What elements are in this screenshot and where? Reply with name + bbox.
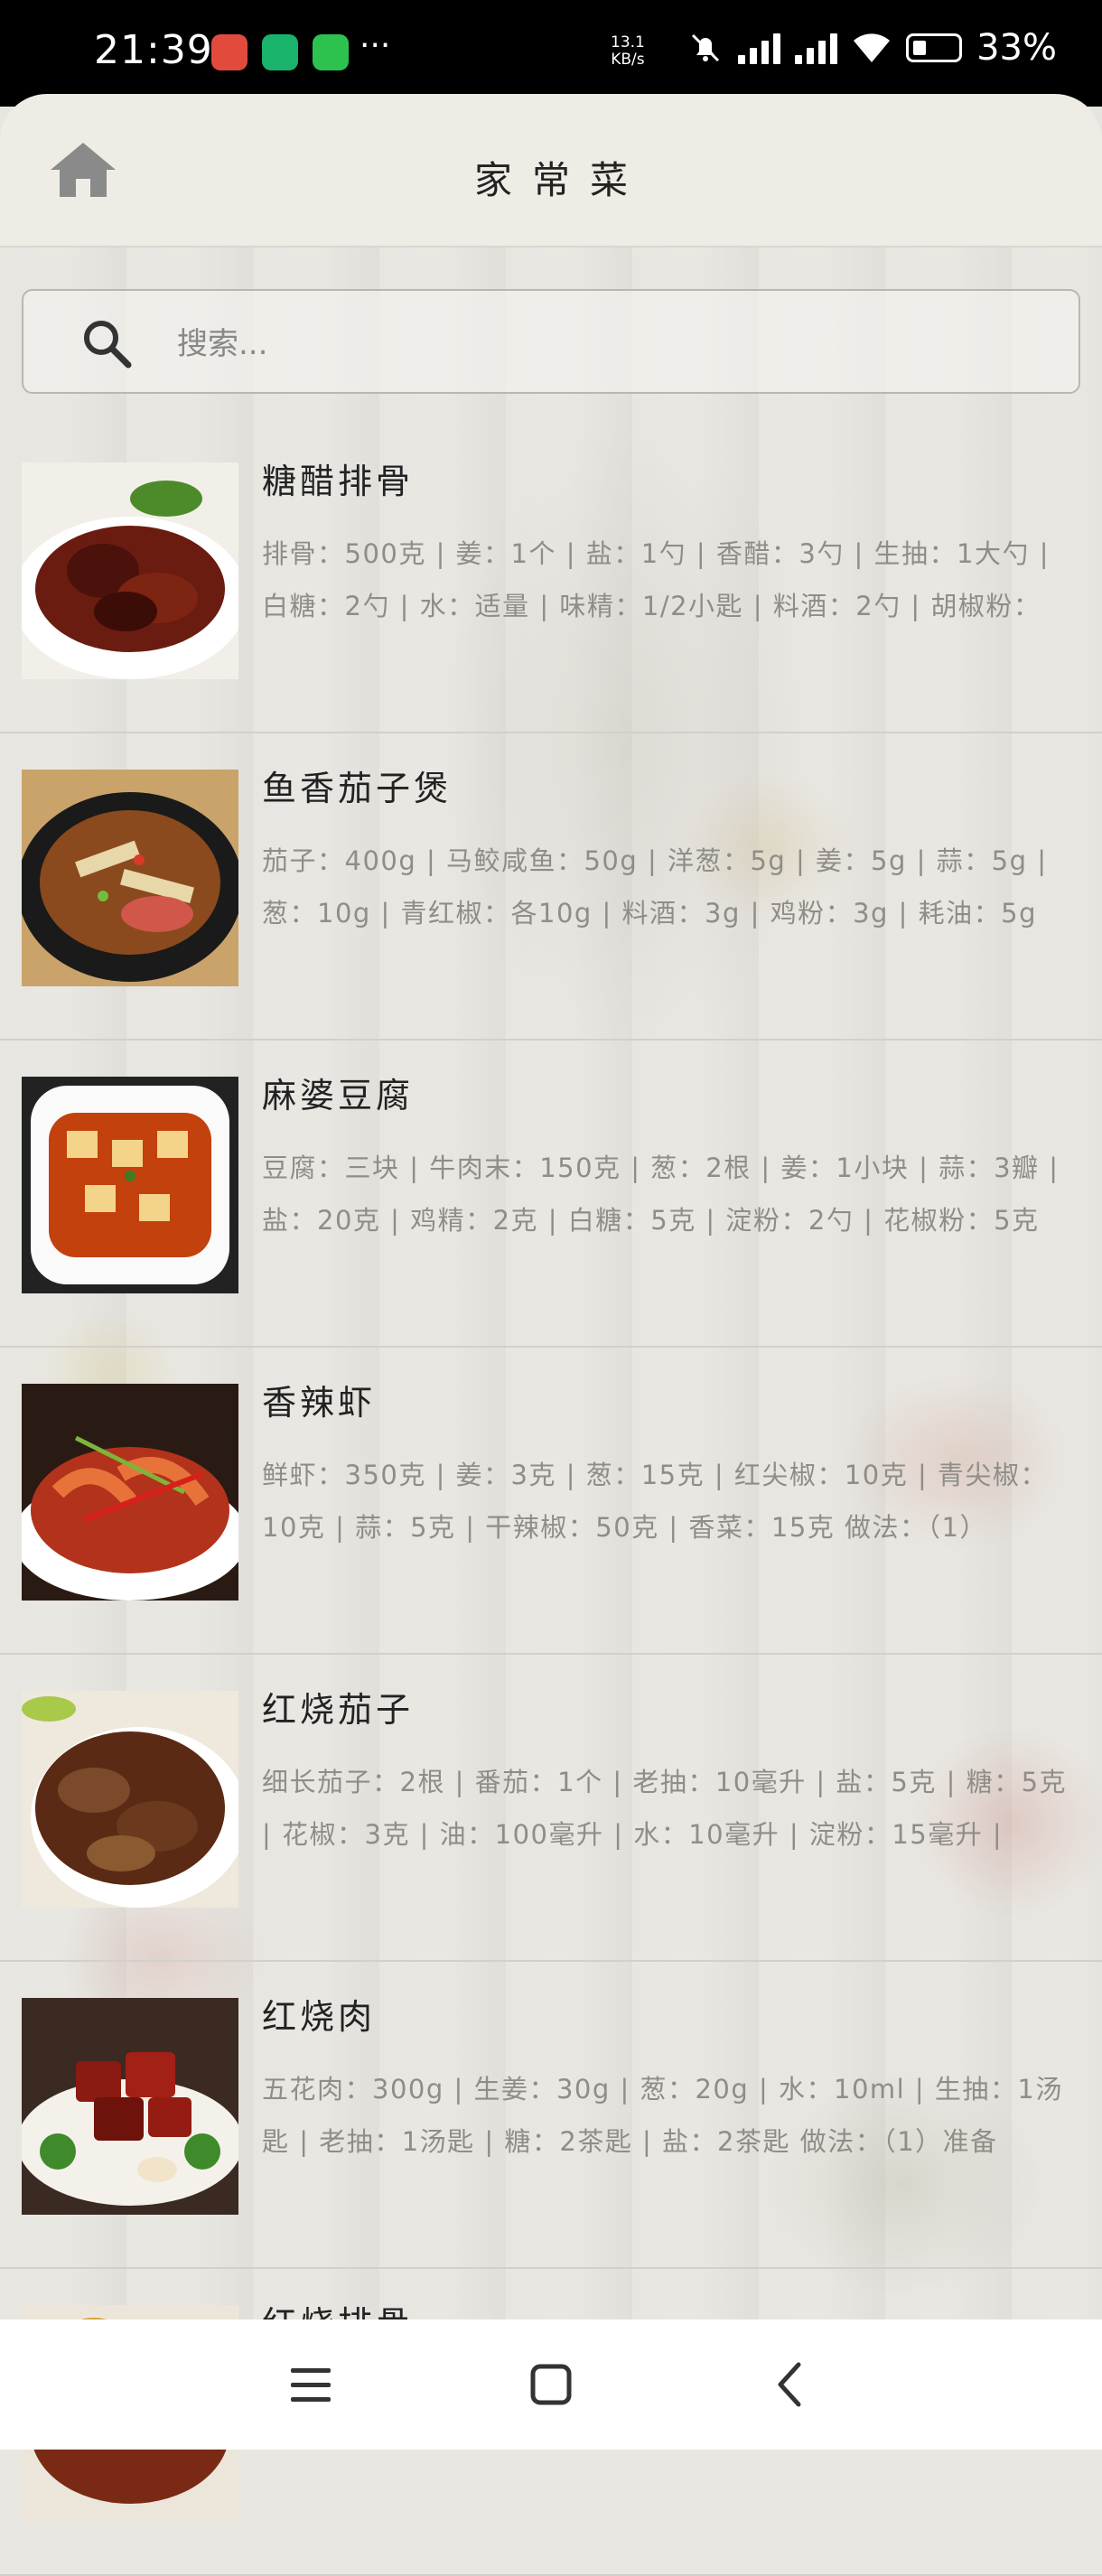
recipe-title: 糖醋排骨 — [262, 462, 415, 501]
wechat-icon — [313, 34, 349, 70]
recipe-ingredients: 鲜虾：350克 | 姜：3克 | 葱：15克 | 红尖椒：10克 | 青尖椒：1… — [262, 1460, 1048, 1543]
app-header: 家常菜 — [0, 94, 1102, 247]
page-title: 家常菜 — [473, 158, 648, 202]
more-notifications-icon: ··· — [360, 27, 391, 64]
system-navigation-bar — [0, 2319, 1102, 2450]
recipe-ingredients: 五花肉：300g | 生姜：30g | 葱：20g | 水：10ml | 生抽：… — [262, 2074, 1063, 2157]
square-home-icon[interactable] — [522, 2356, 580, 2413]
recipe-thumbnail — [22, 1998, 238, 2215]
recipe-title: 鱼香茄子煲 — [262, 769, 453, 808]
recipe-list: 糖醋排骨 排骨：500克 | 姜：1个 | 盐：1勺 | 香醋：3勺 | 生抽：… — [0, 426, 1102, 2576]
network-speed: 13.1 KB/s — [611, 34, 645, 69]
recipe-ingredients: 豆腐：三块 | 牛肉末：150克 | 葱：2根 | 姜：1小块 | 蒜：3瓣 |… — [262, 1153, 1060, 1236]
recipe-thumbnail — [22, 1691, 238, 1908]
status-time: 21:39 — [94, 27, 213, 73]
battery-icon — [906, 33, 963, 62]
recipe-thumbnail — [22, 770, 238, 986]
recipe-title: 红烧茄子 — [262, 1690, 415, 1730]
recipe-title: 香辣虾 — [262, 1383, 377, 1423]
recipe-item[interactable]: 糖醋排骨 排骨：500克 | 姜：1个 | 盐：1勺 | 香醋：3勺 | 生抽：… — [0, 426, 1102, 733]
menu-icon[interactable] — [282, 2356, 340, 2413]
recipe-item[interactable]: 麻婆豆腐 豆腐：三块 | 牛肉末：150克 | 葱：2根 | 姜：1小块 | 蒜… — [0, 1041, 1102, 1348]
recipe-title: 红烧肉 — [262, 1997, 377, 2037]
status-bar: 21:39 ··· 13.1 KB/s 33% — [0, 0, 1102, 107]
recipe-ingredients: 茄子：400g | 马鲛咸鱼：50g | 洋葱：5g | 姜：5g | 蒜：5g… — [262, 845, 1048, 929]
mute-bell-icon — [692, 33, 720, 62]
signal-icon — [738, 32, 781, 64]
search-input[interactable] — [175, 316, 992, 372]
recipe-title: 麻婆豆腐 — [262, 1076, 415, 1115]
network-speed-unit: KB/s — [611, 51, 645, 69]
recipe-item[interactable]: 红烧茄子 细长茄子：2根 | 番茄：1个 | 老抽：10毫升 | 盐：5克 | … — [0, 1655, 1102, 1962]
recipe-item[interactable]: 红烧肉 五花肉：300g | 生姜：30g | 葱：20g | 水：10ml |… — [0, 1962, 1102, 2269]
recipe-item[interactable]: 鱼香茄子煲 茄子：400g | 马鲛咸鱼：50g | 洋葱：5g | 姜：5g … — [0, 733, 1102, 1041]
network-speed-value: 13.1 — [611, 33, 645, 51]
back-chevron-icon[interactable] — [762, 2356, 820, 2413]
recipe-thumbnail — [22, 1077, 238, 1293]
search-bar[interactable] — [22, 289, 1080, 394]
signal-icon — [795, 32, 838, 64]
recipe-thumbnail — [22, 462, 238, 679]
notification-app-icon — [262, 34, 298, 70]
wifi-icon — [854, 33, 891, 62]
battery-level: 33% — [976, 27, 1057, 69]
search-icon — [84, 321, 132, 369]
notification-app-icon — [211, 34, 247, 70]
recipe-ingredients: 排骨：500克 | 姜：1个 | 盐：1勺 | 香醋：3勺 | 生抽：1大勺 |… — [262, 538, 1050, 621]
recipe-thumbnail — [22, 1384, 238, 1601]
recipe-item[interactable]: 香辣虾 鲜虾：350克 | 姜：3克 | 葱：15克 | 红尖椒：10克 | 青… — [0, 1348, 1102, 1655]
recipe-ingredients: 细长茄子：2根 | 番茄：1个 | 老抽：10毫升 | 盐：5克 | 糖：5克 … — [262, 1767, 1068, 1850]
status-indicators: 33% — [687, 27, 1057, 69]
